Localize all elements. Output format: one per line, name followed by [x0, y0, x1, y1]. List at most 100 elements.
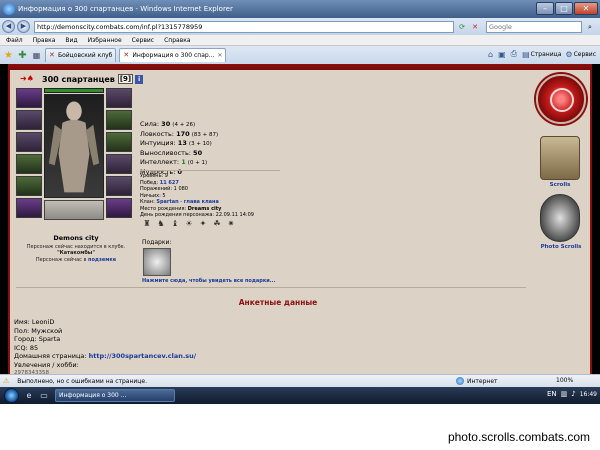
status-text: Выполнено, но с ошибками на странице.: [17, 377, 147, 385]
stat-value: 170: [176, 129, 190, 138]
location-sub-link[interactable]: подземке: [88, 257, 116, 263]
stat-row: Выносливость: 50: [140, 149, 218, 159]
ie-logo-icon: [3, 3, 15, 15]
equip-slot-ring-2[interactable]: [106, 132, 132, 152]
quicklaunch-ie-icon[interactable]: e: [24, 391, 34, 401]
maximize-button[interactable]: □: [555, 2, 573, 15]
bottom-inventory-slots[interactable]: [44, 200, 104, 220]
photo-camera-icon[interactable]: [540, 194, 580, 242]
menu-view[interactable]: Вид: [65, 37, 77, 44]
combats-logo[interactable]: [536, 74, 586, 124]
character-avatar[interactable]: [44, 94, 104, 198]
tab-close-icon[interactable]: ✕: [217, 52, 222, 59]
tab-list-icon[interactable]: ▦: [31, 50, 42, 61]
gift-item-icon[interactable]: [143, 248, 171, 276]
command-bar: ⌂ ▣ ⎙ ▤ Страница ⚙ Сервис: [488, 49, 596, 59]
tab-favicon-icon: ✕: [49, 51, 55, 59]
zoom-level[interactable]: 100%: [556, 377, 573, 384]
character-info-button[interactable]: i: [135, 74, 144, 84]
medal-knight-icon[interactable]: ♞: [156, 218, 166, 230]
medal-sun-icon[interactable]: ☀: [184, 218, 194, 230]
medal-burst-icon[interactable]: ✷: [226, 218, 236, 230]
add-favorites-icon[interactable]: ✚: [17, 50, 28, 61]
taskbar-window-button[interactable]: Информация о 300 ...: [55, 389, 175, 402]
menu-edit[interactable]: Правка: [33, 37, 56, 44]
feeds-button[interactable]: ▣: [498, 50, 507, 59]
equip-slot-legs[interactable]: [16, 176, 42, 196]
stat-bonus: (83 + 87): [191, 131, 219, 138]
equip-slot-ring-1[interactable]: [106, 110, 132, 130]
quicklaunch-desktop-icon[interactable]: ▭: [39, 391, 49, 401]
system-tray: EN ▥ ♪ 16:49: [547, 390, 597, 398]
profile-panel: Имя: LeoniD Пол: Мужской Город: Sparta I…: [14, 318, 196, 374]
home-button[interactable]: ⌂: [488, 50, 494, 59]
network-icon[interactable]: ▥: [561, 390, 568, 398]
stat-value: 1: [181, 158, 186, 166]
language-icon[interactable]: EN: [547, 390, 557, 398]
equip-slot-weapon[interactable]: [16, 110, 42, 130]
gifts-link[interactable]: Нажмите сюда, чтобы увидеть все подарки.…: [142, 278, 275, 284]
refresh-icon[interactable]: ⟳: [457, 22, 467, 32]
equip-slot-helmet[interactable]: [16, 88, 42, 108]
search-input[interactable]: [486, 20, 582, 33]
stat-value: 50: [193, 148, 203, 157]
page-content: ➜♠ 300 спартанцев [9] i Demons city Перс…: [8, 70, 592, 374]
divider: [140, 170, 280, 171]
stats-panel: Сила: 30 (4 + 26) Ловкость: 170 (83 + 87…: [140, 120, 218, 177]
location-name: "Катакомбы": [57, 250, 95, 256]
equip-slot-shield[interactable]: [106, 176, 132, 196]
location-sub: Персонаж сейчас в подземке: [16, 257, 136, 263]
details-panel: Уровень: 9 Побед: 11 627 Поражений: 1 08…: [140, 173, 254, 219]
equip-slot-gloves[interactable]: [106, 154, 132, 174]
equip-slot-belt[interactable]: [16, 154, 42, 174]
homepage-label: Домашняя страница:: [14, 352, 87, 360]
favorites-star-icon[interactable]: ★: [3, 50, 14, 61]
medal-bishop-icon[interactable]: ♝: [170, 218, 180, 230]
page-menu-button[interactable]: ▤ Страница: [522, 50, 561, 59]
service-menu-label: Сервис: [573, 50, 596, 58]
forward-icon[interactable]: ▶: [17, 20, 30, 33]
zone-label: Интернет: [467, 377, 498, 385]
equip-slot-armor[interactable]: [16, 132, 42, 152]
tab-character-info[interactable]: ✕ Информация о 300 спар... ✕: [119, 48, 227, 62]
clan-emblem-icon[interactable]: ➜♠: [20, 74, 42, 84]
url-input[interactable]: [34, 20, 454, 33]
menu-file[interactable]: Файл: [6, 37, 23, 44]
medal-clover-icon[interactable]: ☘: [212, 218, 222, 230]
scrolls-link[interactable]: Scrolls: [536, 182, 584, 188]
screen: Информация о 300 спартанцев - Windows In…: [0, 0, 600, 404]
menu-help[interactable]: Справка: [164, 37, 190, 44]
medal-star-icon[interactable]: ✦: [198, 218, 208, 230]
page-menu-label: Страница: [530, 50, 562, 58]
search-icon[interactable]: ⌕: [585, 22, 595, 32]
menu-tools[interactable]: Сервис: [132, 37, 154, 44]
tab-fight-club[interactable]: ✕ Бойцовский клуб: [45, 48, 117, 62]
close-button[interactable]: ✕: [574, 2, 598, 15]
location-text: Персонаж сейчас находится в клубе. "Ката…: [16, 244, 136, 256]
homepage-link[interactable]: http://300spartancev.clan.su/: [89, 352, 197, 360]
equip-slot-amulet[interactable]: [106, 88, 132, 108]
volume-icon[interactable]: ♪: [571, 390, 575, 398]
stat-label: Выносливость:: [140, 148, 191, 157]
stat-row: Ловкость: 170 (83 + 87): [140, 130, 218, 140]
start-button[interactable]: [4, 388, 19, 403]
equip-slot-offhand[interactable]: [106, 198, 132, 218]
clock[interactable]: 16:49: [580, 391, 597, 398]
status-warning-icon[interactable]: ⚠: [3, 377, 9, 385]
gifts-label: Подарки:: [142, 239, 172, 246]
equip-slot-boots[interactable]: [16, 198, 42, 218]
scrolls-icon[interactable]: [540, 136, 580, 180]
stat-row: Интуиция: 13 (3 + 10): [140, 139, 218, 149]
service-menu-button[interactable]: ⚙ Сервис: [565, 50, 596, 59]
medal-rook-icon[interactable]: ♜: [142, 218, 152, 230]
print-button[interactable]: ⎙: [511, 49, 518, 59]
stop-icon[interactable]: ✕: [470, 22, 480, 32]
avatar-figure-icon: [48, 101, 100, 193]
back-icon[interactable]: ◀: [2, 20, 15, 33]
profile-city: Город: Sparta: [14, 335, 61, 343]
divider: [16, 287, 526, 288]
photo-scrolls-link[interactable]: Photo Scrolls: [534, 244, 588, 250]
minimize-button[interactable]: –: [536, 2, 554, 15]
clan-name-link[interactable]: Spartan: [156, 199, 178, 205]
menu-favorites[interactable]: Избранное: [88, 37, 122, 44]
